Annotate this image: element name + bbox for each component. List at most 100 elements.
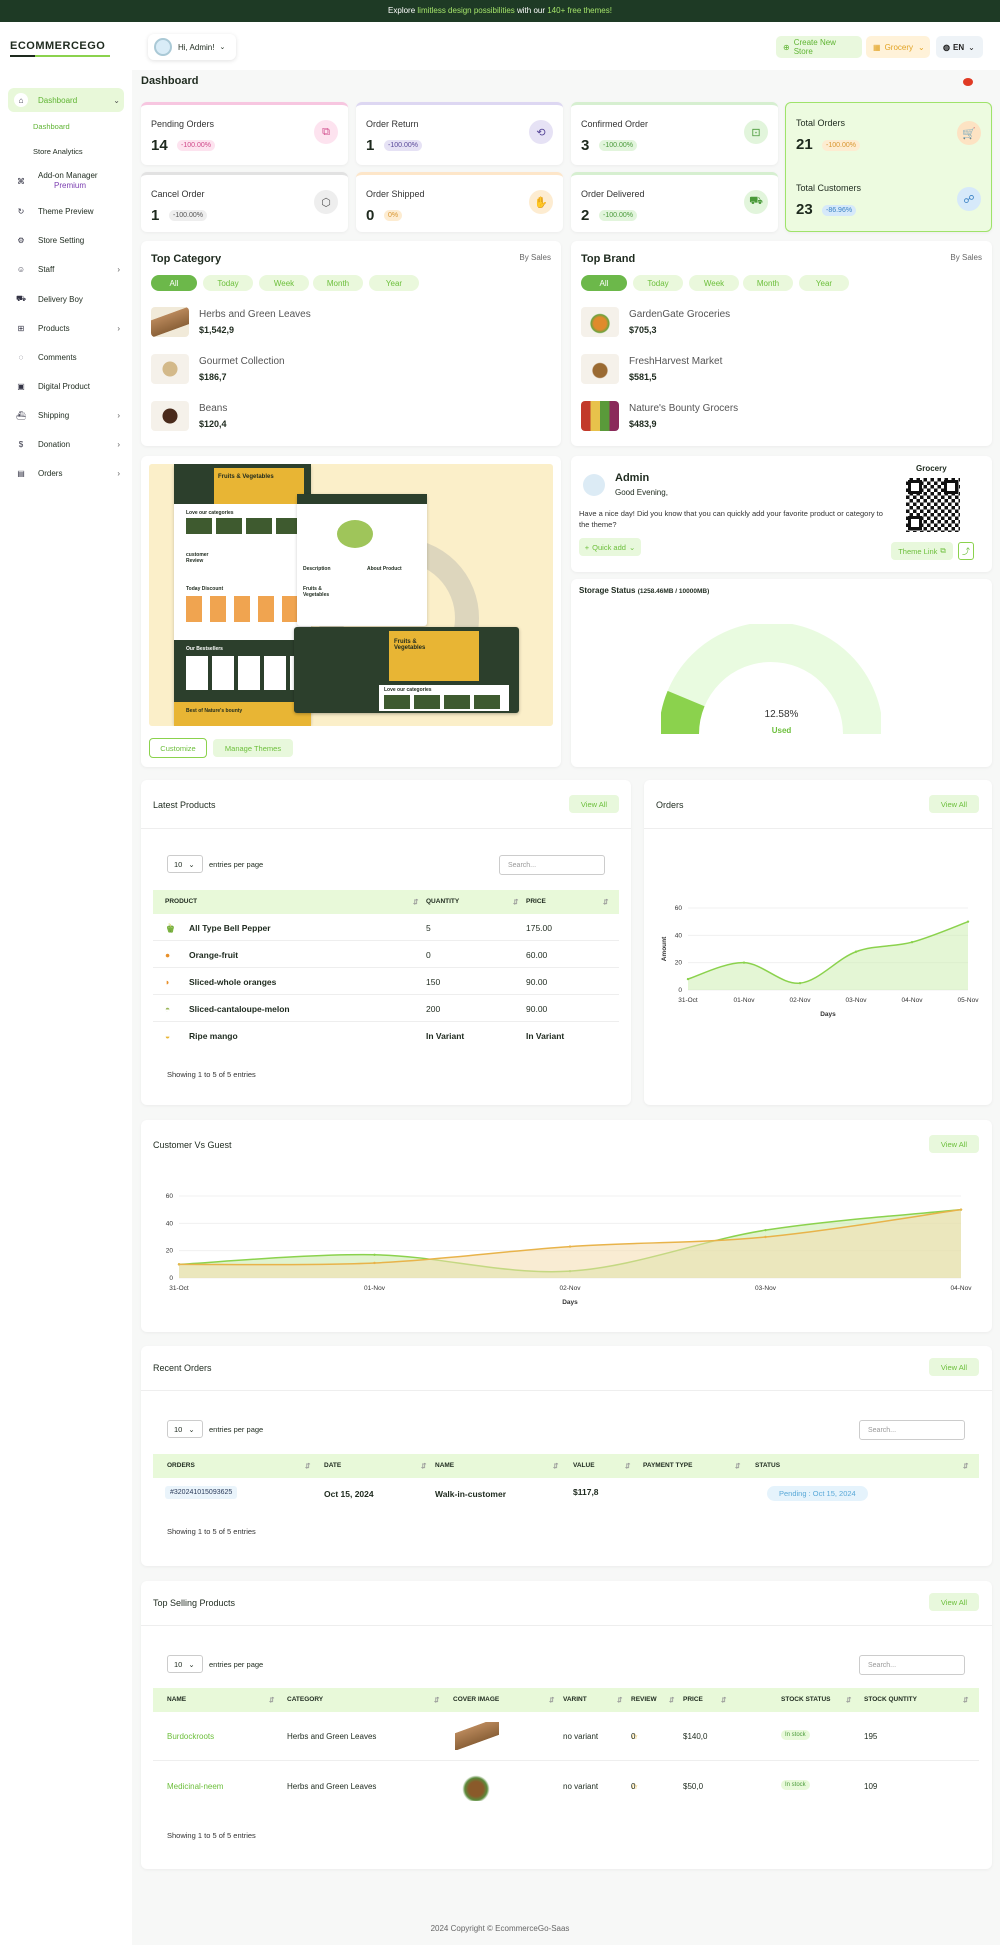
filter-year[interactable]: Year [369, 275, 419, 291]
list-item[interactable]: FreshHarvest Market $581,5 [581, 354, 881, 388]
brand-image [581, 307, 619, 337]
sort-label[interactable]: By Sales [950, 253, 982, 262]
sidebar-subitem-dashboard[interactable]: Dashboard [33, 122, 70, 131]
sidebar-item-donation[interactable]: $ Donation › [8, 433, 124, 455]
filter-all[interactable]: All [581, 275, 627, 291]
list-item[interactable]: GardenGate Groceries $705,3 [581, 307, 881, 341]
sidebar-item-theme-preview[interactable]: ↻ Theme Preview [8, 200, 124, 222]
stat-card-order-shipped[interactable]: Order Shipped 0 0% ✋ [356, 172, 563, 232]
product-image [151, 354, 189, 384]
avatar [583, 474, 605, 496]
table-row[interactable]: ● Orange-fruit 0 60.00 [153, 941, 619, 968]
search-input[interactable]: Search... [499, 855, 605, 875]
chevron-down-icon: ⌄ [188, 859, 195, 869]
data-point [742, 961, 746, 964]
table-row[interactable]: Medicinal-neem Herbs and Green Leaves no… [153, 1761, 979, 1811]
user-menu[interactable]: Hi, Admin! ⌄ [148, 34, 236, 60]
table-row[interactable]: #320241015093625 Oct 15, 2024 Walk-in-cu… [153, 1478, 979, 1510]
y-tick-label: 60 [675, 905, 683, 912]
view-all-button[interactable]: View All [569, 795, 619, 813]
filter-today[interactable]: Today [203, 275, 253, 291]
table-header: PRODUCT ⇵ QUANTITY ⇵ PRICE ⇵ [153, 890, 619, 914]
filter-all[interactable]: All [151, 275, 197, 291]
sidebar-item-store-setting[interactable]: ⚙ Store Setting [8, 229, 124, 251]
view-all-button[interactable]: View All [929, 1593, 979, 1611]
language-select[interactable]: ◍ EN ⌄ [936, 36, 983, 58]
list-item[interactable]: Gourmet Collection $186,7 [151, 354, 451, 388]
gauge-track [661, 624, 881, 735]
theme-link-button[interactable]: Theme Link ⧉ [891, 542, 953, 560]
create-store-button[interactable]: ⊕ Create New Store [776, 36, 862, 58]
list-item[interactable]: Herbs and Green Leaves $1,542,9 [151, 307, 451, 341]
customize-button[interactable]: Customize [149, 738, 207, 758]
data-point [910, 940, 914, 944]
order-id-badge[interactable]: #320241015093625 [165, 1486, 238, 1499]
quick-add-button[interactable]: + Quick add ⌄ [579, 538, 641, 556]
sidebar-item-shipping[interactable]: ⛴ Shipping › [8, 404, 124, 426]
sort-icon: ⇵ [603, 899, 609, 906]
share-icon[interactable]: ⤴ [958, 542, 974, 560]
sidebar-item-products[interactable]: ⊞ Products › [8, 317, 124, 339]
filter-month[interactable]: Month [313, 275, 363, 291]
logo[interactable]: ECOMMERCEGO [10, 40, 105, 52]
sidebar-item-comments[interactable]: ◌ Comments [8, 346, 124, 368]
sort-label[interactable]: By Sales [519, 253, 551, 262]
globe-icon: ◍ [943, 42, 950, 52]
x-tick-label: 04-Nov [951, 1285, 973, 1292]
data-point [177, 1263, 181, 1266]
theme-preview-image[interactable]: Fruits & Vegetables Love our categories … [149, 464, 553, 726]
pct-badge: -100.00% [384, 140, 422, 151]
sidebar-item-delivery-boy[interactable]: ⛟ Delivery Boy [8, 288, 124, 310]
list-item[interactable]: Nature's Bounty Grocers $483,9 [581, 401, 881, 435]
sort-icon: ⇵ [421, 1463, 427, 1470]
sort-icon: ⇵ [549, 1697, 555, 1704]
table-row[interactable]: ◒ Ripe mango In Variant In Variant [153, 1022, 619, 1049]
entries-select[interactable]: 10 ⌄ [167, 1420, 203, 1438]
filter-week[interactable]: Week [689, 275, 739, 291]
stat-card-cancel-order[interactable]: Cancel Order 1 -100.00% ⬡ [141, 172, 348, 232]
sidebar-subitem-store-analytics[interactable]: Store Analytics [33, 147, 83, 156]
search-input[interactable]: Search... [859, 1420, 965, 1440]
x-tick-label: 02-Nov [560, 1285, 582, 1292]
filter-year[interactable]: Year [799, 275, 849, 291]
store-select[interactable]: ▦ Grocery ⌄ [866, 36, 930, 58]
logo-underline [10, 55, 110, 57]
section-title: Top Brand [581, 253, 636, 265]
entries-select[interactable]: 10 ⌄ [167, 855, 203, 873]
table-row[interactable]: Burdockroots Herbs and Green Leaves no v… [153, 1712, 979, 1761]
sidebar-item-digital-product[interactable]: ▣ Digital Product [8, 375, 124, 397]
sidebar-item-dashboard[interactable]: ⌂ Dashboard ⌄ [8, 88, 124, 112]
stat-card-pending-orders[interactable]: Pending Orders 14 -100.00% ⧉ [141, 102, 348, 165]
view-all-button[interactable]: View All [929, 1358, 979, 1376]
list-item[interactable]: Beans $120,4 [151, 401, 451, 435]
stat-card-order-return[interactable]: Order Return 1 -100.00% ⟲ [356, 102, 563, 165]
y-tick-label: 20 [166, 1248, 174, 1255]
view-all-button[interactable]: View All [929, 1135, 979, 1153]
plus-icon: ⊕ [783, 42, 790, 52]
filter-week[interactable]: Week [259, 275, 309, 291]
hand-icon: ✋ [529, 190, 553, 214]
table-row[interactable]: ◓ Sliced-cantaloupe-melon 200 90.00 [153, 995, 619, 1022]
promo-banner[interactable]: Explore limitless design possibilities w… [0, 0, 1000, 22]
avatar [154, 38, 172, 56]
sidebar-item-orders[interactable]: ▤ Orders › [8, 462, 124, 484]
receipt-icon: ⧉ [314, 120, 338, 144]
box-icon: ▤ [17, 468, 25, 478]
x-axis-title: Days [562, 1299, 578, 1306]
search-input[interactable]: Search... [859, 1655, 965, 1675]
table-row[interactable]: ◗ Sliced-whole oranges 150 90.00 [153, 968, 619, 995]
section-title: Recent Orders [153, 1363, 212, 1373]
stat-card-order-delivered[interactable]: Order Delivered 2 -100.00% ⛟ [571, 172, 778, 232]
filter-month[interactable]: Month [743, 275, 793, 291]
sort-icon: ⇵ [513, 899, 519, 906]
entries-select[interactable]: 10 ⌄ [167, 1655, 203, 1673]
sidebar-item-addon-manager[interactable]: ⌘ Add-on Manager Premium [8, 166, 124, 196]
filter-today[interactable]: Today [633, 275, 683, 291]
sidebar-item-staff[interactable]: ☺ Staff › [8, 258, 124, 280]
manage-themes-button[interactable]: Manage Themes [213, 739, 293, 757]
table-footer: Showing 1 to 5 of 5 entries [167, 1070, 256, 1079]
status-badge: Pending : Oct 15, 2024 [767, 1486, 868, 1501]
table-row[interactable]: 🫑 All Type Bell Pepper 5 175.00 [153, 914, 619, 941]
view-all-button[interactable]: View All [929, 795, 979, 813]
stat-card-confirmed-order[interactable]: Confirmed Order 3 -100.00% ⊡ [571, 102, 778, 165]
